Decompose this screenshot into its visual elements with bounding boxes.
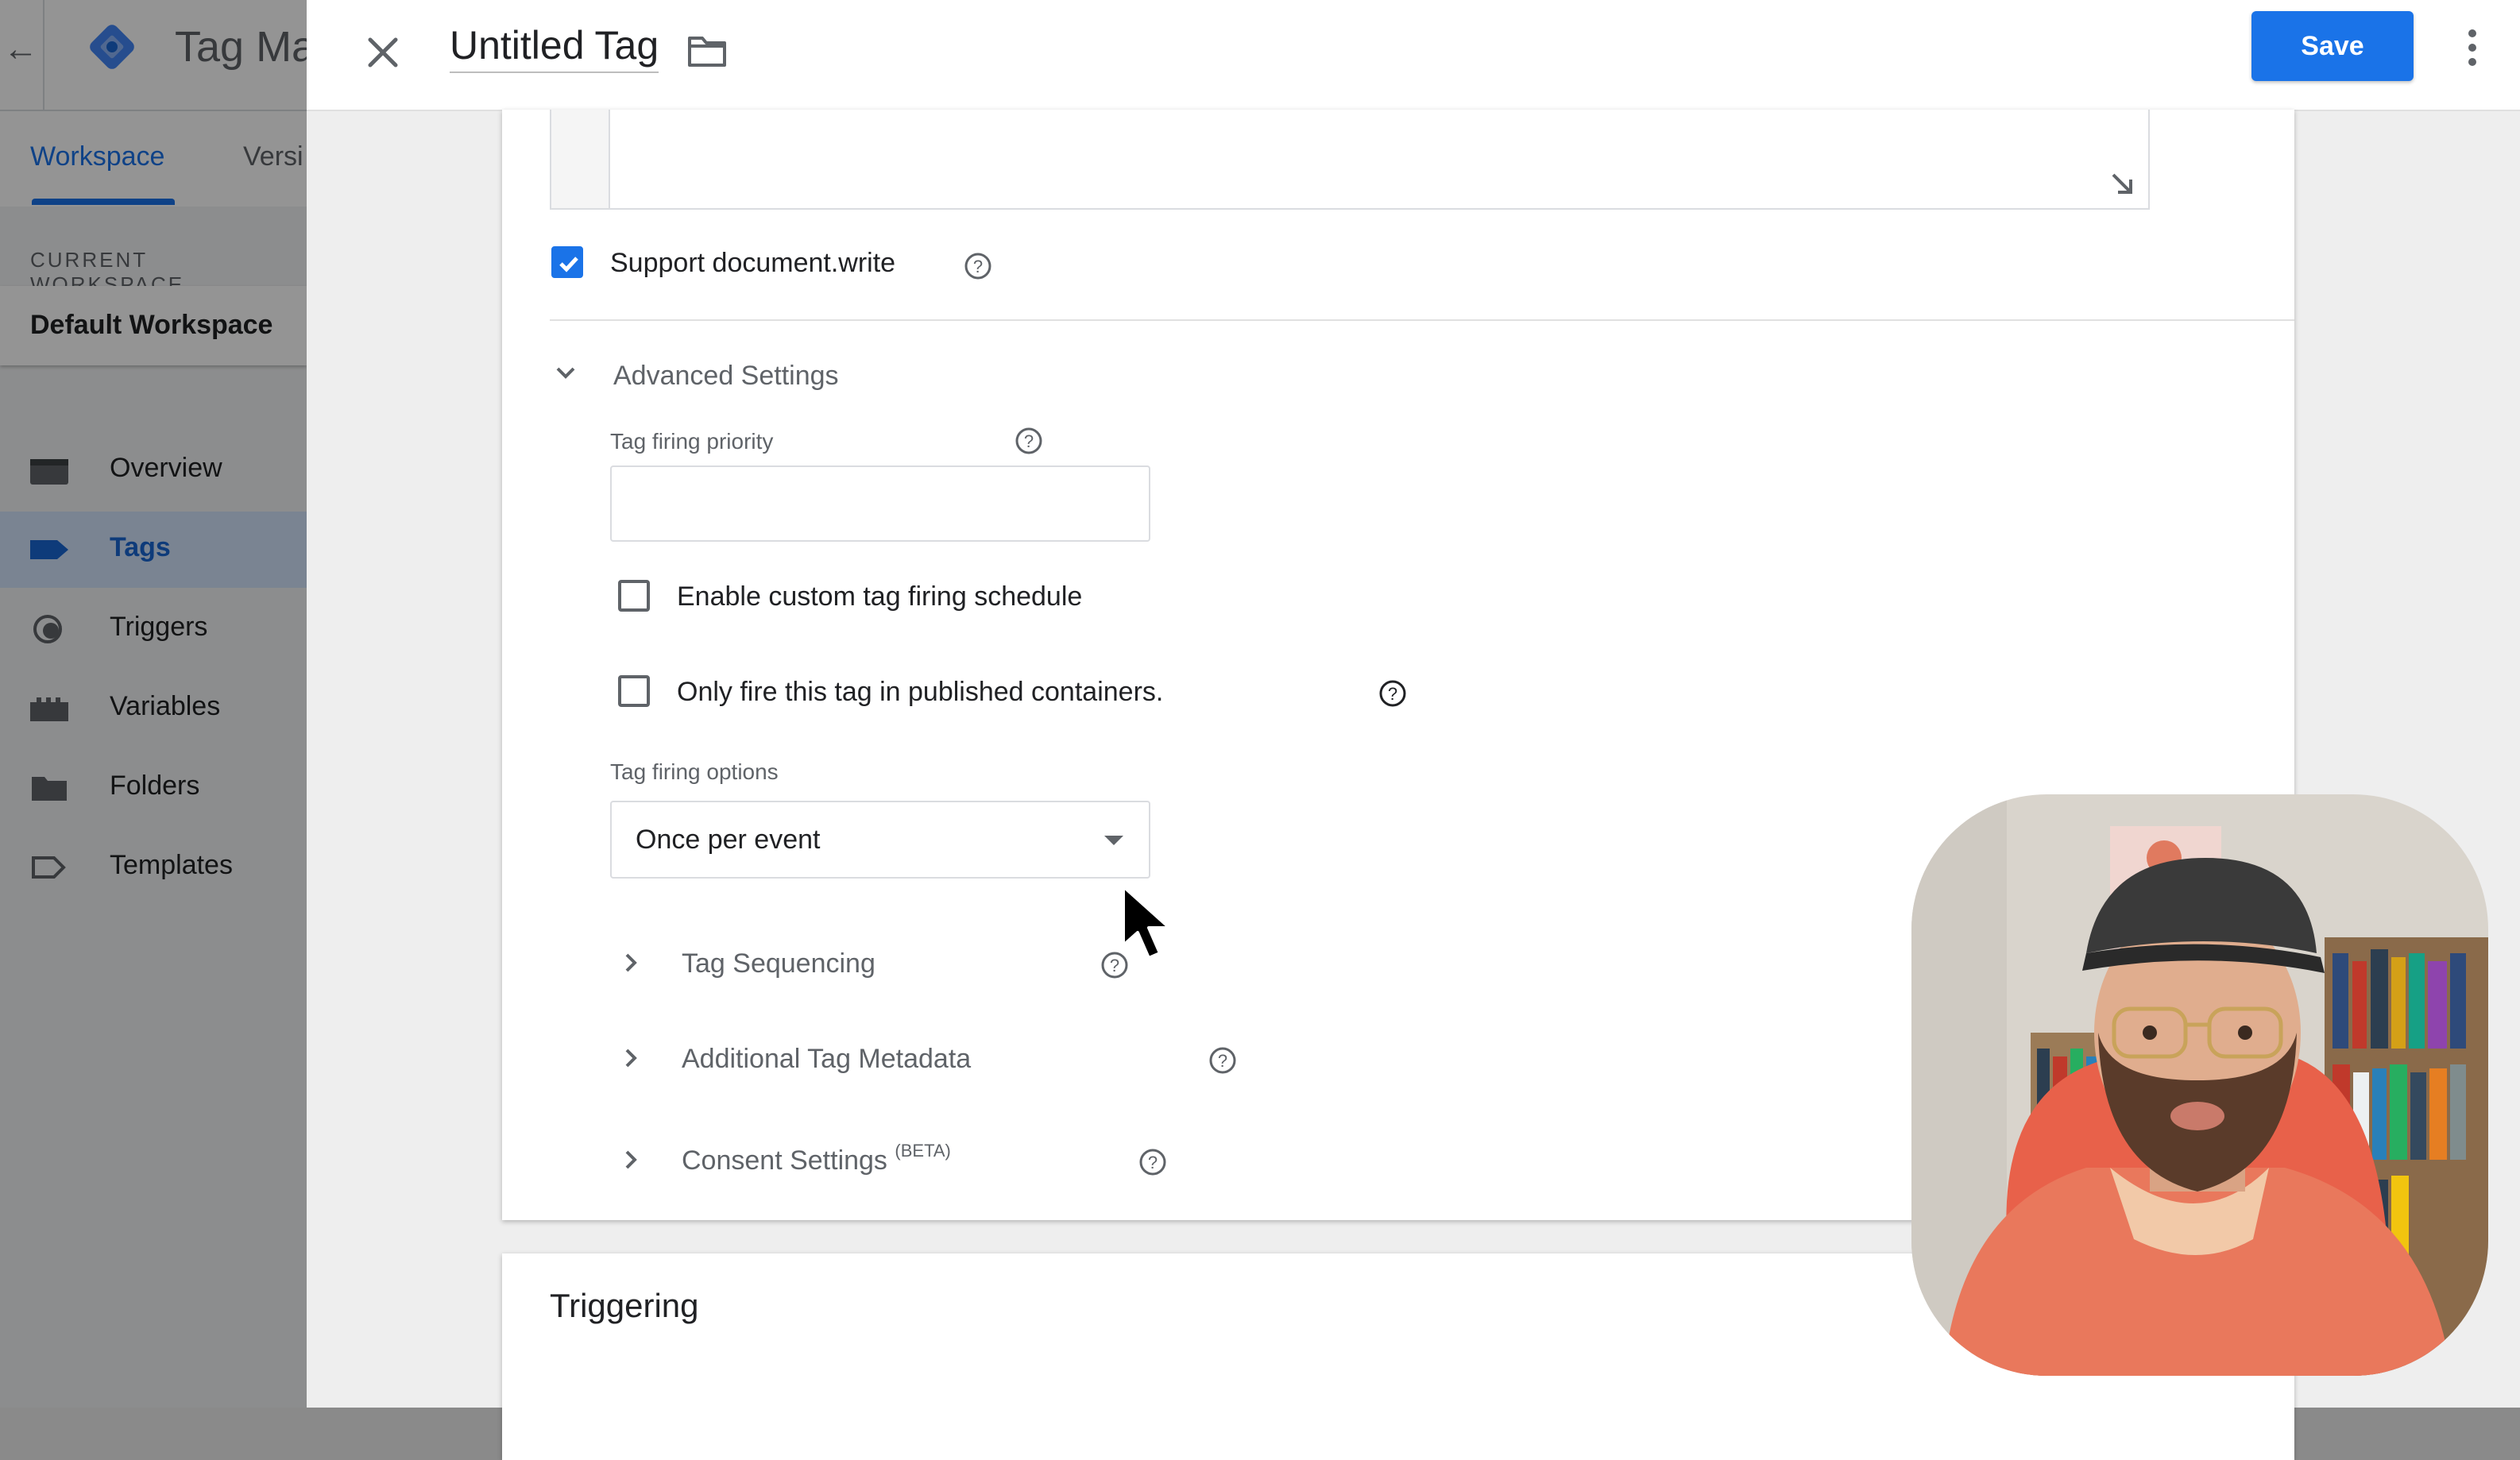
beta-badge: (BETA) [895,1141,951,1161]
chevron-down-icon[interactable] [550,357,582,389]
consent-settings-toggle[interactable]: Consent Settings (BETA) [682,1141,951,1176]
dropdown-arrow-icon [1104,836,1123,845]
custom-firing-schedule-checkbox[interactable] [618,580,650,612]
tag-firing-priority-label: Tag firing priority [610,429,774,454]
close-icon[interactable] [354,24,412,81]
save-button[interactable]: Save [2251,11,2414,81]
help-icon[interactable]: ? [1014,426,1044,456]
more-vert-icon[interactable] [2456,19,2488,76]
editor-topbar: Untitled Tag Save [307,0,2520,111]
triggering-title: Triggering [550,1287,699,1324]
svg-text:?: ? [1110,956,1119,975]
modal-scrim[interactable] [0,0,307,1408]
chevron-right-icon[interactable] [615,947,647,979]
svg-text:?: ? [973,257,983,276]
tag-name-field[interactable]: Untitled Tag [450,22,659,73]
checkmark-icon [559,257,578,272]
mouse-cursor-icon [1122,885,1171,960]
tag-firing-priority-input[interactable] [610,465,1150,542]
help-icon[interactable]: ? [1208,1045,1238,1076]
tag-firing-options-select[interactable]: Once per event [610,801,1150,879]
custom-firing-schedule-label: Enable custom tag firing schedule [677,581,1083,612]
svg-text:?: ? [1218,1051,1227,1071]
tag-sequencing-toggle[interactable]: Tag Sequencing [682,948,875,979]
chevron-right-icon[interactable] [615,1144,647,1176]
tag-firing-options-value: Once per event [636,825,821,855]
additional-tag-metadata-toggle[interactable]: Additional Tag Metadata [682,1044,971,1075]
consent-settings-label: Consent Settings [682,1145,887,1176]
advanced-settings-toggle[interactable]: Advanced Settings [613,361,839,392]
gtm-app-background: ← Tag Ma Workspace Versi CURRENT WORKSPA… [0,0,307,1408]
published-containers-label: Only fire this tag in published containe… [677,677,1164,707]
support-document-write-label: Support document.write [610,248,896,278]
help-icon[interactable]: ? [963,251,993,281]
html-code-editor[interactable] [550,110,2150,210]
support-document-write-checkbox[interactable] [551,246,583,278]
chevron-right-icon[interactable] [615,1042,647,1074]
code-line-gutter [551,110,610,208]
published-containers-checkbox[interactable] [618,675,650,707]
svg-text:?: ? [1148,1153,1158,1172]
section-divider [550,319,2294,321]
resize-handle-icon[interactable] [2108,170,2135,197]
help-icon[interactable]: ? [1378,678,1408,709]
svg-text:?: ? [1024,431,1034,451]
presenter-webcam-video [1911,794,2488,1376]
folder-icon[interactable] [685,29,729,73]
svg-text:?: ? [1388,684,1397,704]
tag-firing-options-label: Tag firing options [610,759,779,784]
help-icon[interactable]: ? [1138,1147,1168,1177]
